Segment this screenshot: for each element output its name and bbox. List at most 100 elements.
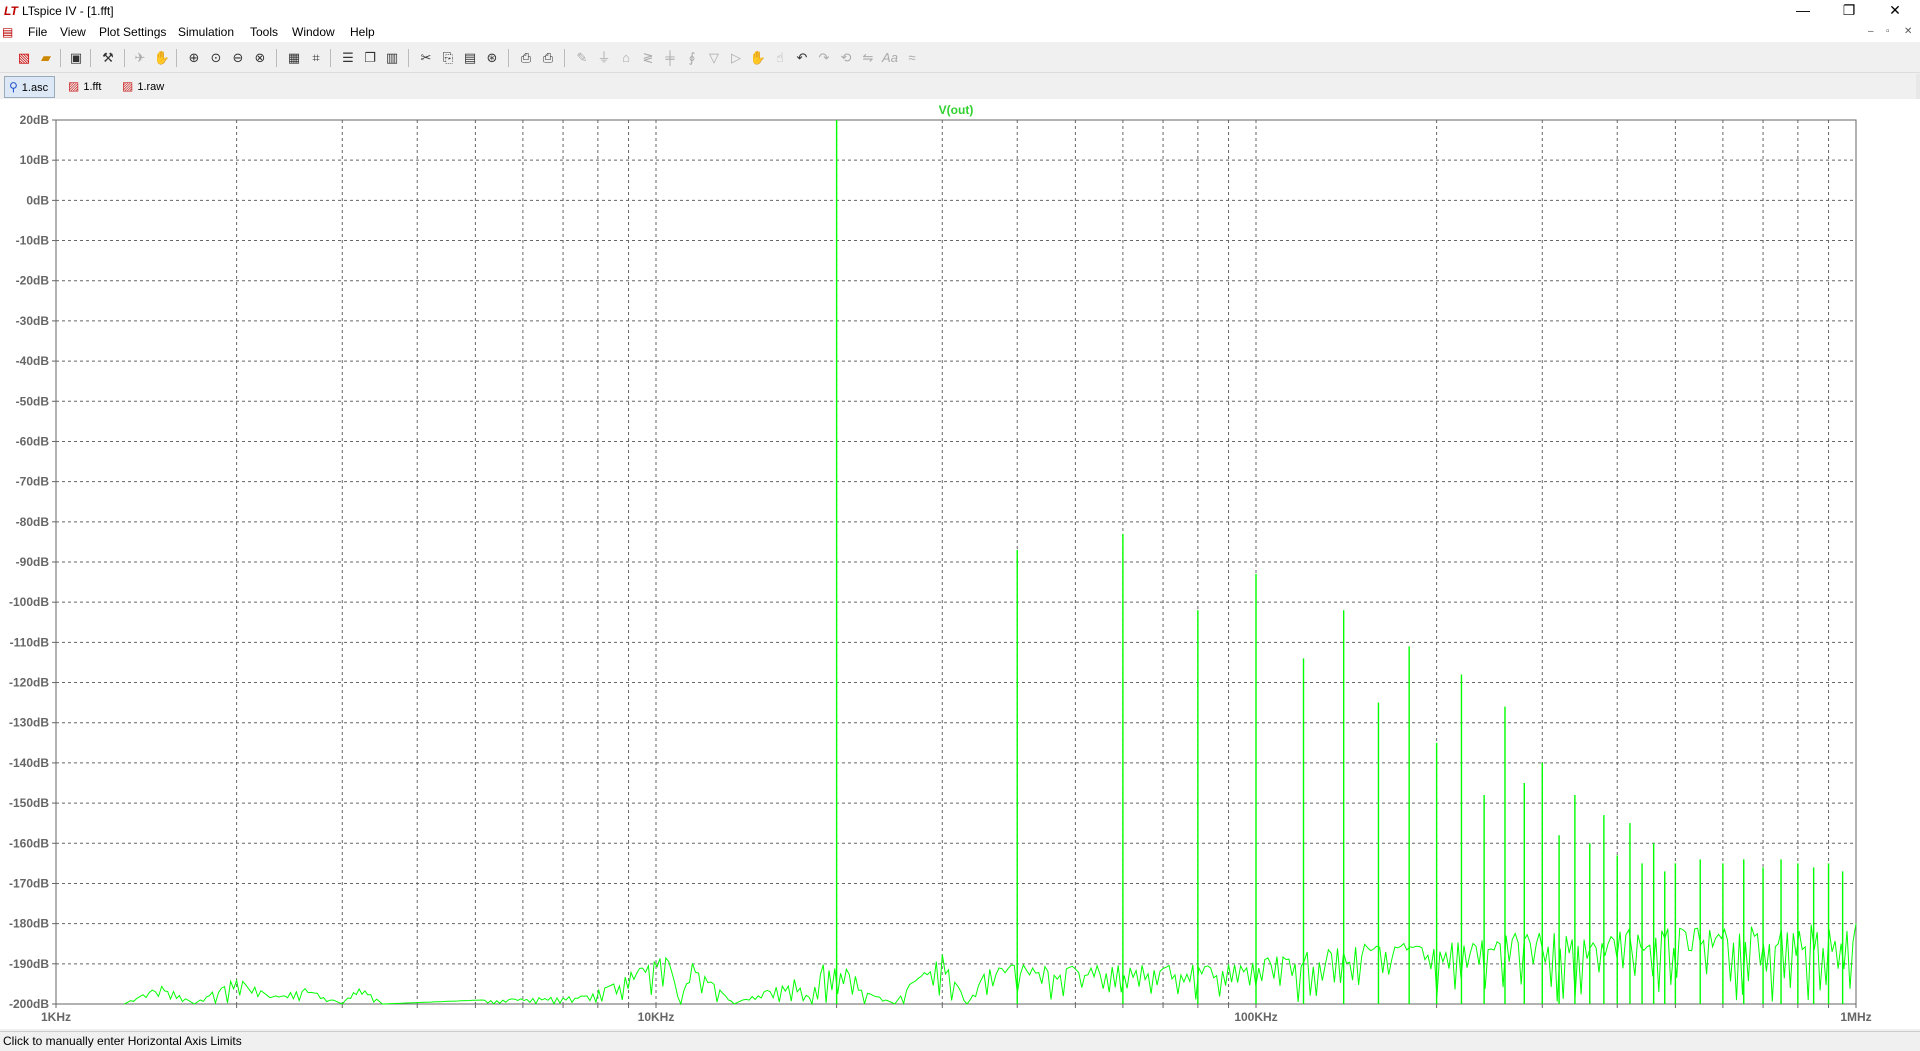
tab-1-fft[interactable]: ▨ 1.fft <box>64 76 108 96</box>
diode-icon[interactable]: ▽ <box>704 48 724 68</box>
run-icon[interactable]: ✈ <box>130 48 150 68</box>
control-panel-icon[interactable]: ⚒ <box>98 48 118 68</box>
save-icon[interactable]: ▣ <box>66 48 86 68</box>
y-tick-label: -200dB <box>9 997 49 1011</box>
minimize-button[interactable]: — <box>1780 0 1826 22</box>
ltspice-logo-icon: LT <box>4 4 18 18</box>
maximize-button[interactable]: ❐ <box>1826 0 1872 22</box>
pause-icon[interactable]: ✋ <box>152 48 172 68</box>
waveform-tab-icon: ▨ <box>68 79 80 93</box>
menu-file[interactable]: File <box>28 25 47 39</box>
menu-window[interactable]: Window <box>292 25 335 39</box>
undo-icon[interactable]: ↶ <box>792 48 812 68</box>
cut-icon[interactable]: ✂ <box>416 48 436 68</box>
y-tick-label: -110dB <box>10 635 50 649</box>
y-tick-label: -20dB <box>16 274 50 288</box>
document-icon[interactable]: ▤ <box>2 25 13 39</box>
mdi-minimize-button[interactable]: – <box>1868 26 1874 37</box>
tab-1-raw[interactable]: ▨ 1.raw <box>118 76 170 96</box>
toolbar-separator <box>176 49 177 67</box>
autorange-icon[interactable]: ▦ <box>284 48 304 68</box>
y-tick-label: -30dB <box>16 314 50 328</box>
toolbar-separator <box>330 49 331 67</box>
y-tick-label: -80dB <box>16 515 50 529</box>
text-icon[interactable]: Aa <box>880 48 900 68</box>
y-tick-label: 20dB <box>20 113 50 127</box>
toolbar-separator <box>408 49 409 67</box>
menu-tools[interactable]: Tools <box>250 25 278 39</box>
mdi-close-button[interactable]: ✕ <box>1904 26 1912 37</box>
y-tick-label: -100dB <box>9 595 49 609</box>
toolbar-separator <box>276 49 277 67</box>
zoom-full-icon[interactable]: ⊙ <box>206 48 226 68</box>
zoom-in-icon[interactable]: ⊕ <box>184 48 204 68</box>
status-text: Click to manually enter Horizontal Axis … <box>3 1034 242 1048</box>
tab-label: 1.asc <box>21 82 49 94</box>
menu-view[interactable]: View <box>60 25 86 39</box>
toolbar-separator <box>508 49 509 67</box>
component-icon[interactable]: ▷ <box>726 48 746 68</box>
waveform-tab-icon: ▨ <box>122 79 134 93</box>
spice-directive-icon[interactable]: ≈ <box>902 48 922 68</box>
y-tick-label: -10dB <box>16 234 50 248</box>
y-tick-label: -140dB <box>9 756 49 770</box>
status-bar: Click to manually enter Horizontal Axis … <box>0 1031 1920 1051</box>
paste-icon[interactable]: ▤ <box>460 48 480 68</box>
mirror-icon[interactable]: ⇋ <box>858 48 878 68</box>
window-title: LTspice IV - [1.fft] <box>22 4 114 18</box>
y-tick-label: -50dB <box>16 394 50 408</box>
label-icon[interactable]: ⌂ <box>616 48 636 68</box>
find-icon[interactable]: ⊛ <box>482 48 502 68</box>
print-preview-icon[interactable]: ⎙ <box>516 48 536 68</box>
tab-1-asc[interactable]: ⚲ 1.asc <box>4 76 56 98</box>
y-tick-label: -170dB <box>9 876 49 890</box>
copy-icon[interactable]: ⎘ <box>438 48 458 68</box>
tab-label: 1.raw <box>137 81 165 93</box>
y-tick-label: -180dB <box>9 917 49 931</box>
ground-icon[interactable]: ⏚ <box>594 48 614 68</box>
capacitor-icon[interactable]: ╪ <box>660 48 680 68</box>
menu-bar: ▤ File View Plot Settings Simulation Too… <box>0 22 1920 42</box>
fft-plot[interactable]: 20dB 10dB 0dB -10dB -20dB -30dB -40dB -50dB -60d… <box>0 99 1920 1029</box>
menu-plot-settings[interactable]: Plot Settings <box>99 25 166 39</box>
print-icon[interactable]: ⎙ <box>538 48 558 68</box>
y-tick-label: -70dB <box>16 475 50 489</box>
menu-simulation[interactable]: Simulation <box>178 25 234 39</box>
y-tick-label: 0dB <box>26 193 49 207</box>
open-icon[interactable]: ▰ <box>36 48 56 68</box>
tile-vertical-icon[interactable]: ▥ <box>382 48 402 68</box>
schematic-tab-icon: ⚲ <box>9 80 18 94</box>
resistor-icon[interactable]: ≷ <box>638 48 658 68</box>
title-bar: LT LTspice IV - [1.fft] — ❐ ✕ <box>0 0 1920 22</box>
toolbar-separator <box>60 49 61 67</box>
tile-horizontal-icon[interactable]: ☰ <box>338 48 358 68</box>
rotate-icon[interactable]: ⟲ <box>836 48 856 68</box>
redo-icon[interactable]: ↷ <box>814 48 834 68</box>
y-tick-label: -40dB <box>16 354 50 368</box>
cursor-icon[interactable]: ⌗ <box>306 48 326 68</box>
x-tick-label: 1MHz <box>1840 1010 1871 1024</box>
y-tick-label: -90dB <box>16 555 50 569</box>
cascade-icon[interactable]: ❐ <box>360 48 380 68</box>
noise-floor-trace <box>124 923 1857 1006</box>
y-tick-label: -160dB <box>9 836 49 850</box>
tab-label: 1.fft <box>83 81 102 93</box>
drag-icon[interactable]: ☝ <box>770 48 790 68</box>
move-icon[interactable]: ✋ <box>748 48 768 68</box>
zoom-cancel-icon[interactable]: ⊗ <box>250 48 270 68</box>
zoom-out-icon[interactable]: ⊖ <box>228 48 248 68</box>
mdi-restore-button[interactable]: ▫ <box>1886 26 1890 37</box>
waveform-plot-pane[interactable]: 20dB 10dB 0dB -10dB -20dB -30dB -40dB -50dB -60d… <box>0 99 1920 1029</box>
inductor-icon[interactable]: ∮ <box>682 48 702 68</box>
y-tick-label: 10dB <box>20 153 50 167</box>
y-tick-label: -130dB <box>9 716 49 730</box>
document-tabs: ⚲ 1.asc ▨ 1.fft ▨ 1.raw <box>0 74 1920 98</box>
trace-title: V(out) <box>939 103 974 117</box>
x-tick-label: 100KHz <box>1234 1010 1277 1024</box>
toolbar-separator <box>124 49 125 67</box>
new-schematic-icon[interactable]: ▧ <box>14 48 34 68</box>
close-button[interactable]: ✕ <box>1872 0 1918 22</box>
wire-icon[interactable]: ✎ <box>572 48 592 68</box>
toolbar: ▧ ▰ ▣ ⚒ ✈ ✋ ⊕ ⊙ ⊖ ⊗ ▦ ⌗ ☰ ❐ ▥ ✂ ⎘ ▤ ⊛ ⎙ … <box>0 44 1920 73</box>
menu-help[interactable]: Help <box>350 25 375 39</box>
